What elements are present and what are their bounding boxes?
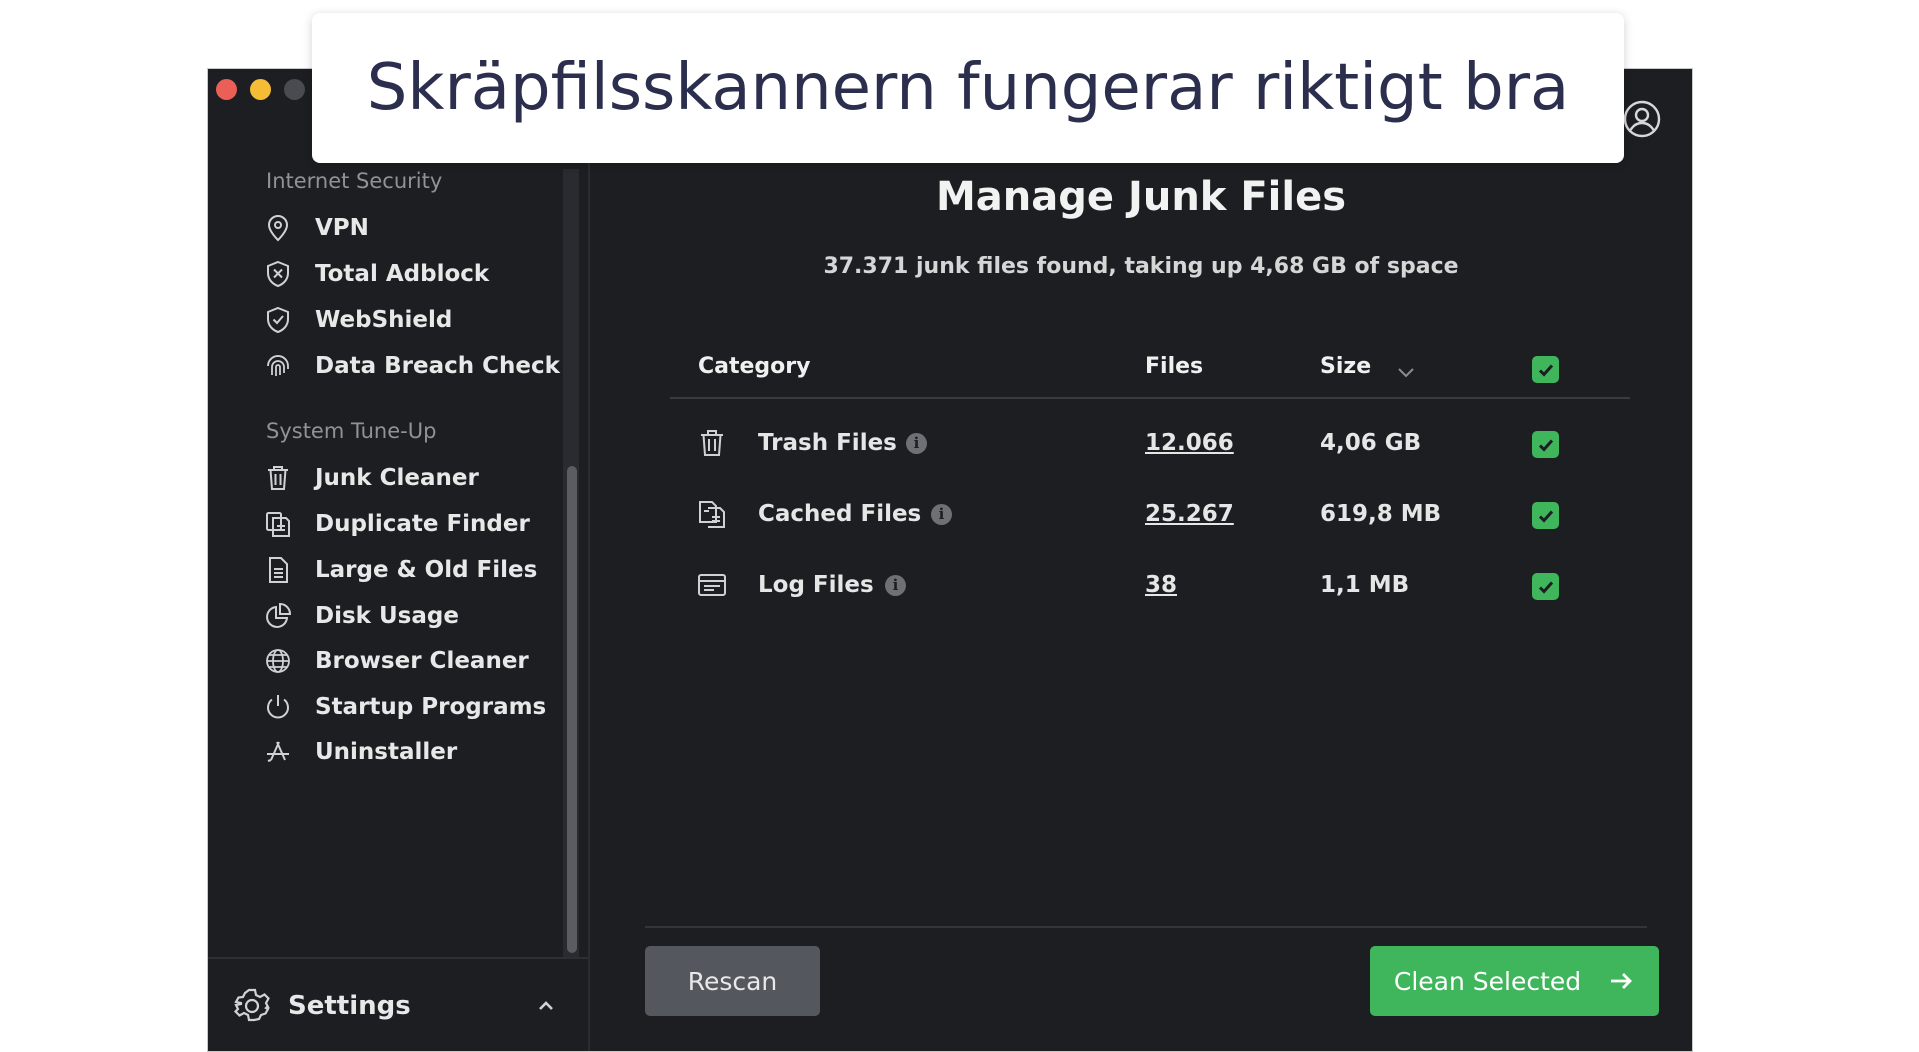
duplicate-icon	[266, 512, 290, 537]
trash-icon	[268, 466, 288, 490]
gear-icon	[233, 988, 270, 1022]
chevron-up-icon[interactable]	[534, 994, 558, 1018]
power-icon	[267, 695, 289, 719]
clean-selected-button[interactable]: Clean Selected	[1370, 946, 1659, 1016]
app-store-icon	[267, 741, 289, 762]
row-category-label: Trash Files	[758, 430, 897, 456]
sidebar-item-label: WebShield	[315, 307, 453, 333]
table-header: Category Files Size	[670, 339, 1630, 399]
row-files-link[interactable]: 12.066	[1145, 430, 1234, 456]
row-size: 1,1 MB	[1320, 572, 1410, 598]
sidebar-item-large-old-files[interactable]: Large & Old Files	[263, 548, 537, 592]
chevron-down-icon[interactable]	[1395, 361, 1417, 383]
rescan-button[interactable]: Rescan	[645, 946, 820, 1016]
row-checkbox[interactable]	[1532, 431, 1559, 458]
sidebar-item-label: Startup Programs	[315, 694, 547, 720]
column-header-category[interactable]: Category	[698, 354, 810, 379]
footer-divider	[645, 926, 1647, 928]
sidebar-item-data-breach-check[interactable]: Data Breach Check	[263, 344, 560, 388]
row-category-label: Log Files	[758, 572, 874, 598]
cached-files-icon	[699, 501, 725, 528]
table-row: Log Files i 38 1,1 MB	[670, 561, 1630, 611]
globe-icon	[266, 649, 290, 673]
sidebar-item-label: Duplicate Finder	[315, 511, 530, 537]
sidebar-item-label: Junk Cleaner	[315, 465, 479, 491]
sidebar-item-duplicate-finder[interactable]: Duplicate Finder	[263, 502, 530, 546]
sidebar-item-startup-programs[interactable]: Startup Programs	[263, 685, 546, 729]
trash-icon	[701, 430, 723, 456]
column-header-files[interactable]: Files	[1145, 354, 1203, 379]
log-file-icon	[698, 574, 726, 596]
pie-chart-icon	[266, 602, 292, 628]
sidebar-item-webshield[interactable]: WebShield	[263, 298, 452, 342]
row-size: 619,8 MB	[1320, 501, 1442, 527]
settings-button[interactable]: Settings	[208, 957, 588, 1051]
sidebar-item-total-adblock[interactable]: Total Adblock	[263, 252, 489, 296]
row-checkbox[interactable]	[1532, 502, 1559, 529]
sidebar-item-label: VPN	[315, 215, 369, 241]
checkmark-icon	[1538, 510, 1553, 523]
sidebar: Internet Security VPN Total Adblock WebS…	[208, 69, 590, 1051]
info-icon[interactable]: i	[885, 575, 906, 596]
caption-banner: Skräpfilsskannern fungerar riktigt bra	[312, 13, 1624, 163]
sidebar-nav: Internet Security VPN Total Adblock WebS…	[208, 69, 580, 959]
row-files-link[interactable]: 25.267	[1145, 501, 1234, 527]
sidebar-item-vpn[interactable]: VPN	[263, 206, 369, 250]
table-row: Trash Files i 12.066 4,06 GB	[670, 419, 1630, 469]
main-panel: Manage Junk Files 37.371 junk files foun…	[590, 69, 1692, 1051]
checkmark-icon	[1538, 364, 1553, 377]
select-all-checkbox[interactable]	[1532, 356, 1559, 383]
section-title-system-tune-up: System Tune-Up	[266, 419, 437, 443]
document-icon	[269, 557, 288, 583]
checkmark-icon	[1538, 439, 1553, 452]
settings-label: Settings	[288, 991, 411, 1021]
row-size: 4,06 GB	[1320, 430, 1422, 456]
clean-selected-label: Clean Selected	[1393, 966, 1582, 996]
sidebar-item-label: Browser Cleaner	[315, 648, 529, 674]
arrow-right-icon	[1611, 973, 1633, 989]
row-category-label: Cached Files	[758, 501, 922, 527]
page-subtitle: 37.371 junk files found, taking up 4,68 …	[823, 254, 1459, 279]
row-files-link[interactable]: 38	[1145, 572, 1177, 598]
checkmark-icon	[1538, 581, 1553, 594]
sidebar-item-label: Disk Usage	[315, 603, 459, 629]
info-icon[interactable]: i	[906, 433, 927, 454]
app-window: Internet Security VPN Total Adblock WebS…	[207, 68, 1693, 1052]
sidebar-scrollbar-thumb[interactable]	[567, 466, 577, 953]
shield-check-icon	[267, 306, 289, 334]
sidebar-item-label: Data Breach Check	[315, 353, 560, 379]
fingerprint-icon	[267, 355, 289, 376]
table-row: Cached Files i 25.267 619,8 MB	[670, 490, 1630, 540]
sidebar-item-label: Total Adblock	[315, 261, 490, 287]
location-pin-icon	[267, 215, 289, 242]
info-icon[interactable]: i	[931, 504, 952, 525]
shield-x-icon	[267, 260, 289, 288]
column-header-size[interactable]: Size	[1320, 354, 1371, 379]
sidebar-item-junk-cleaner[interactable]: Junk Cleaner	[263, 456, 479, 500]
sidebar-item-label: Large & Old Files	[315, 557, 538, 583]
row-checkbox[interactable]	[1532, 573, 1559, 600]
sidebar-item-browser-cleaner[interactable]: Browser Cleaner	[263, 639, 529, 683]
page-title: Manage Junk Files	[936, 174, 1346, 220]
sidebar-item-uninstaller[interactable]: Uninstaller	[263, 730, 457, 774]
section-title-internet-security: Internet Security	[266, 169, 443, 193]
sidebar-item-label: Uninstaller	[315, 739, 458, 765]
sidebar-item-disk-usage[interactable]: Disk Usage	[263, 594, 459, 638]
